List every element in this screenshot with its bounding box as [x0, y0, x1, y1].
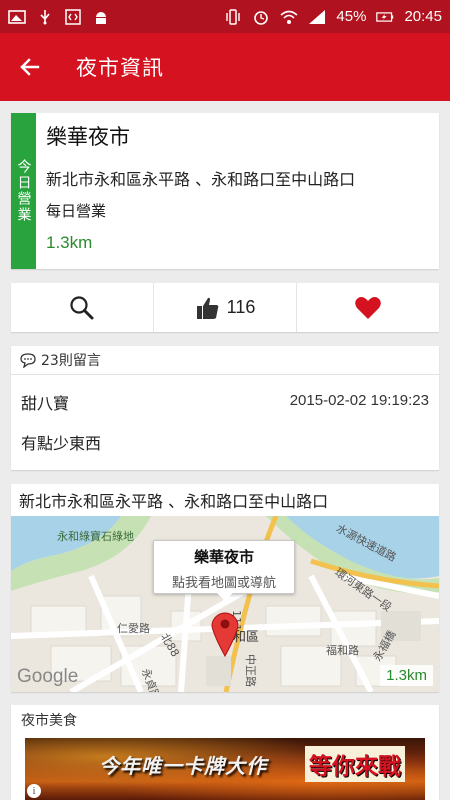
status-bar: 45% 20:45: [0, 0, 450, 33]
back-button[interactable]: [0, 33, 60, 101]
signal-icon: [308, 9, 326, 25]
map-bubble-title: 樂華夜市: [193, 548, 254, 566]
market-hours: 每日營業: [46, 202, 107, 220]
map-view[interactable]: 永和綠寶石綠地 水源快速道路 環河東路一段 仁愛路 北88 和區 中正路 福和路…: [11, 516, 439, 692]
search-icon: [70, 295, 94, 319]
banner-cta: 等你來戰: [305, 746, 405, 782]
map-address: 新北市永和區永平路 、永和路口至中山路口: [19, 492, 329, 511]
favorite-button[interactable]: [297, 283, 439, 332]
gallery-icon: [8, 9, 26, 25]
battery-charging-icon: [376, 9, 394, 25]
food-card: 夜市美食 今年唯一卡牌大作 等你來戰 i: [11, 705, 439, 800]
page-title: 夜市資訊: [76, 56, 164, 80]
map-bubble-subtitle: 點我看地圖或導航: [171, 576, 276, 591]
developer-icon: [64, 8, 82, 25]
map-label-road-5: 中正路: [244, 654, 257, 687]
ad-banner[interactable]: 今年唯一卡牌大作 等你來戰 i: [25, 738, 425, 800]
food-section-title: 夜市美食: [21, 713, 77, 729]
market-name: 樂華夜市: [46, 125, 130, 149]
map-label-park: 永和綠寶石綠地: [57, 530, 134, 543]
map-pin-icon[interactable]: [210, 608, 240, 658]
search-button[interactable]: [11, 283, 154, 332]
clock: 20:45: [404, 8, 442, 25]
wifi-icon: [280, 9, 298, 25]
alarm-icon: [252, 9, 270, 25]
toolbar: 夜市資訊: [0, 33, 450, 101]
usb-icon: [36, 9, 54, 25]
heart-icon: [355, 296, 381, 319]
comment-author: 甜八寶: [21, 394, 70, 413]
market-distance: 1.3km: [46, 233, 93, 252]
arrow-back-icon: [20, 58, 40, 76]
vibrate-icon: [224, 8, 242, 25]
open-status-badge: 今日營業: [11, 113, 36, 269]
map-card: 新北市永和區永平路 、永和路口至中山路口 永和綠寶石綠地 水源快速道路 環河東路…: [11, 484, 439, 692]
market-info-card: 今日營業 樂華夜市 新北市永和區永平路 、永和路口至中山路口 每日營業 1.3k…: [11, 113, 439, 269]
comments-header: 23則留言: [11, 346, 439, 375]
comment-text: 有點少東西: [21, 434, 102, 453]
google-logo: Google: [17, 666, 79, 687]
map-info-bubble[interactable]: 樂華夜市 點我看地圖或導航: [153, 540, 295, 601]
map-distance: 1.3km: [380, 665, 433, 686]
like-button[interactable]: 116: [154, 283, 297, 332]
market-address: 新北市永和區永平路 、永和路口至中山路口: [46, 170, 356, 189]
chat-bubble-icon: [20, 353, 36, 368]
battery-percent: 45%: [336, 8, 367, 25]
banner-headline: 今年唯一卡牌大作: [99, 754, 267, 778]
map-label-road-6: 福和路: [326, 644, 359, 657]
comments-card[interactable]: 23則留言 甜八寶 2015-02-02 19:19:23 有點少東西: [11, 346, 439, 470]
android-icon: [92, 9, 110, 25]
thumbs-up-icon: [196, 297, 218, 319]
like-count: 116: [226, 297, 256, 317]
action-bar: 116: [11, 283, 439, 332]
map-label-road-2: 仁愛路: [117, 622, 150, 635]
ad-info-icon[interactable]: i: [27, 784, 41, 798]
comment-count: 23則留言: [41, 353, 101, 369]
comment-timestamp: 2015-02-02 19:19:23: [289, 392, 429, 409]
